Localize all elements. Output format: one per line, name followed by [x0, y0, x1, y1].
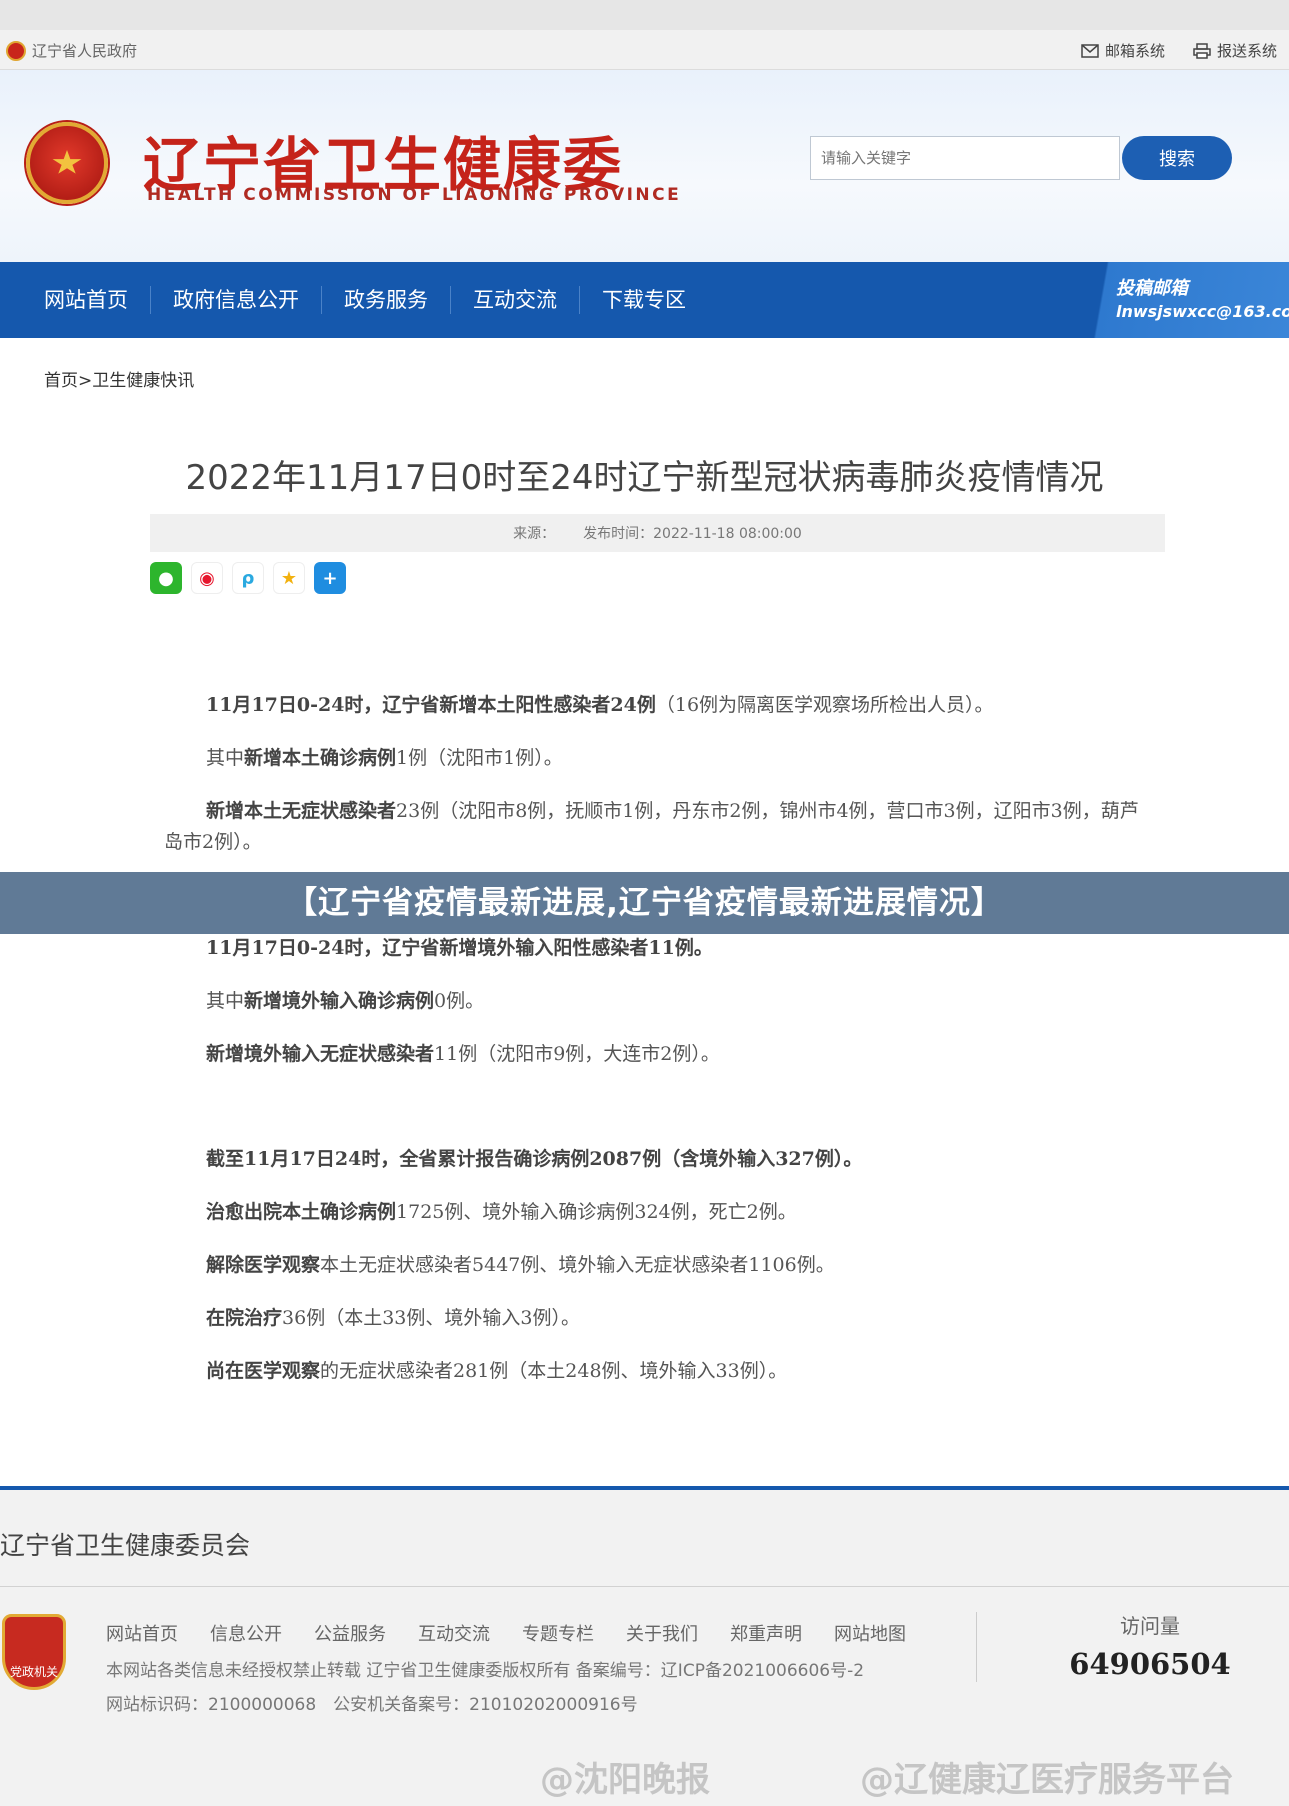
watermarks: @沈阳晚报 @辽健康辽医疗服务平台 — [0, 1752, 1289, 1800]
footer-links: 网站首页 信息公开 公益服务 互动交流 专题专栏 关于我们 郑重声明 网站地图 — [106, 1620, 906, 1646]
footer-link-disclaimer[interactable]: 郑重声明 — [730, 1620, 802, 1646]
submission-mail-address: lnwsjswxcc@163.com — [1116, 302, 1289, 321]
footer-link-info[interactable]: 信息公开 — [210, 1620, 282, 1646]
wechat-icon[interactable]: ● — [150, 562, 182, 594]
gov-portal-link[interactable]: 辽宁省人民政府 — [6, 40, 137, 61]
weibo-icon[interactable]: ◉ — [191, 562, 223, 594]
paragraph-8: 治愈出院本土确诊病例1725例、境外输入确诊病例324例，死亡2例。 — [206, 1201, 797, 1223]
search-input[interactable] — [810, 136, 1120, 180]
envelope-icon — [1081, 43, 1099, 58]
footer-copyright: 本网站各类信息未经授权禁止转载 辽宁省卫生健康委版权所有 备案编号：辽ICP备2… — [106, 1661, 865, 1681]
party-gov-badge-icon[interactable]: 党政机关 — [2, 1614, 66, 1690]
badge-label: 党政机关 — [9, 1665, 58, 1679]
footer-site-id: 网站标识码：2100000068 公安机关备案号：21010202000916号 — [106, 1695, 638, 1715]
printer-icon — [1193, 42, 1211, 59]
breadcrumb[interactable]: 首页>卫生健康快讯 — [44, 366, 194, 391]
report-system-link[interactable]: 报送系统 — [1193, 40, 1277, 61]
plus-more-icon[interactable]: + — [314, 562, 346, 594]
qzone-icon[interactable]: ρ — [232, 562, 264, 594]
footer-separator — [976, 1612, 977, 1682]
site-subtitle: HEALTH COMMISSION OF LIAONING PROVINCE — [147, 185, 682, 205]
footer-link-public-service[interactable]: 公益服务 — [314, 1620, 386, 1646]
paragraph-9: 解除医学观察本土无症状感染者5447例、境外输入无症状感染者1106例。 — [206, 1254, 835, 1276]
article-title: 2022年11月17日0时至24时辽宁新型冠状病毒肺炎疫情情况 — [185, 458, 1104, 498]
nav-gov-info[interactable]: 政府信息公开 — [151, 286, 322, 314]
submission-mail-label: 投稿邮箱 — [1116, 278, 1188, 299]
overlay-title-banner: 【辽宁省疫情最新进展,辽宁省疫情最新进展情况】 — [0, 872, 1289, 934]
article-meta: 来源： 发布时间：2022-11-18 08:00:00 — [150, 514, 1165, 552]
footer-link-about[interactable]: 关于我们 — [626, 1620, 698, 1646]
footer-org-name: 辽宁省卫生健康委员会 — [0, 1531, 251, 1560]
watermark-health-platform: @辽健康辽医疗服务平台 — [860, 1760, 1234, 1800]
nav-downloads[interactable]: 下载专区 — [580, 286, 708, 314]
search-button[interactable]: 搜索 — [1122, 136, 1232, 180]
national-emblem-icon — [26, 122, 108, 204]
footer-link-home[interactable]: 网站首页 — [106, 1620, 178, 1646]
share-bar: ● ◉ ρ ★ + — [150, 562, 346, 594]
top-links: 邮箱系统 报送系统 — [1081, 40, 1277, 61]
paragraph-11: 尚在医学观察的无症状感染者281例（本土248例、境外输入33例）。 — [206, 1360, 788, 1382]
emblem-icon — [6, 40, 26, 61]
paragraph-2: 其中新增本土确诊病例1例（沈阳市1例）。 — [206, 747, 563, 769]
mail-system-link[interactable]: 邮箱系统 — [1081, 40, 1165, 61]
page: 辽宁省人民政府 邮箱系统 报送系统 辽宁省卫生健康委 HEALTH COMMIS… — [0, 0, 1289, 1806]
paragraph-7: 截至11月17日24时，全省累计报告确诊病例2087例（含境外输入327例）。 — [206, 1148, 863, 1170]
paragraph-5: 其中新增境外输入确诊病例0例。 — [206, 990, 485, 1012]
paragraph-6: 新增境外输入无症状感染者11例（沈阳市9例，大连市2例）。 — [206, 1043, 720, 1065]
publish-time: 发布时间：2022-11-18 08:00:00 — [583, 526, 802, 542]
footer-link-sitemap[interactable]: 网站地图 — [834, 1620, 906, 1646]
favorite-star-icon[interactable]: ★ — [273, 562, 305, 594]
report-system-label: 报送系统 — [1216, 42, 1277, 60]
nav-home[interactable]: 网站首页 — [22, 286, 151, 314]
paragraph-3: 新增本土无症状感染者23例（沈阳市8例，抚顺市1例，丹东市2例，锦州市4例，营口… — [164, 800, 1139, 853]
footer-divider — [0, 1586, 1289, 1587]
visits-label: 访问量 — [1120, 1614, 1180, 1638]
footer-link-interaction[interactable]: 互动交流 — [418, 1620, 490, 1646]
paragraph-4: 11月17日0-24时，辽宁省新增境外输入阳性感染者11例。 — [206, 937, 713, 959]
top-bar: 辽宁省人民政府 邮箱系统 报送系统 — [0, 30, 1289, 70]
main-nav: 网站首页 政府信息公开 政务服务 互动交流 下载专区 投稿邮箱 lnwsjswx… — [0, 262, 1289, 338]
watermark-shenyang: @沈阳晚报 — [540, 1760, 710, 1800]
mail-system-label: 邮箱系统 — [1104, 42, 1165, 60]
site-header: 辽宁省卫生健康委 HEALTH COMMISSION OF LIAONING P… — [0, 70, 1289, 262]
nav-interaction[interactable]: 互动交流 — [451, 286, 580, 314]
source-label: 来源： — [513, 526, 556, 542]
nav-services[interactable]: 政务服务 — [322, 286, 451, 314]
footer-link-topics[interactable]: 专题专栏 — [522, 1620, 594, 1646]
visit-counter: 访问量 64906504 — [1000, 1610, 1289, 1681]
visits-count: 64906504 — [1069, 1647, 1231, 1681]
submission-mail-banner[interactable]: 投稿邮箱 lnwsjswxcc@163.com — [1090, 262, 1289, 338]
gov-portal-label: 辽宁省人民政府 — [32, 42, 138, 60]
paragraph-1: 11月17日0-24时，辽宁省新增本土阳性感染者24例（16例为隔离医学观察场所… — [206, 694, 994, 716]
paragraph-10: 在院治疗36例（本土33例、境外输入3例）。 — [206, 1307, 580, 1329]
